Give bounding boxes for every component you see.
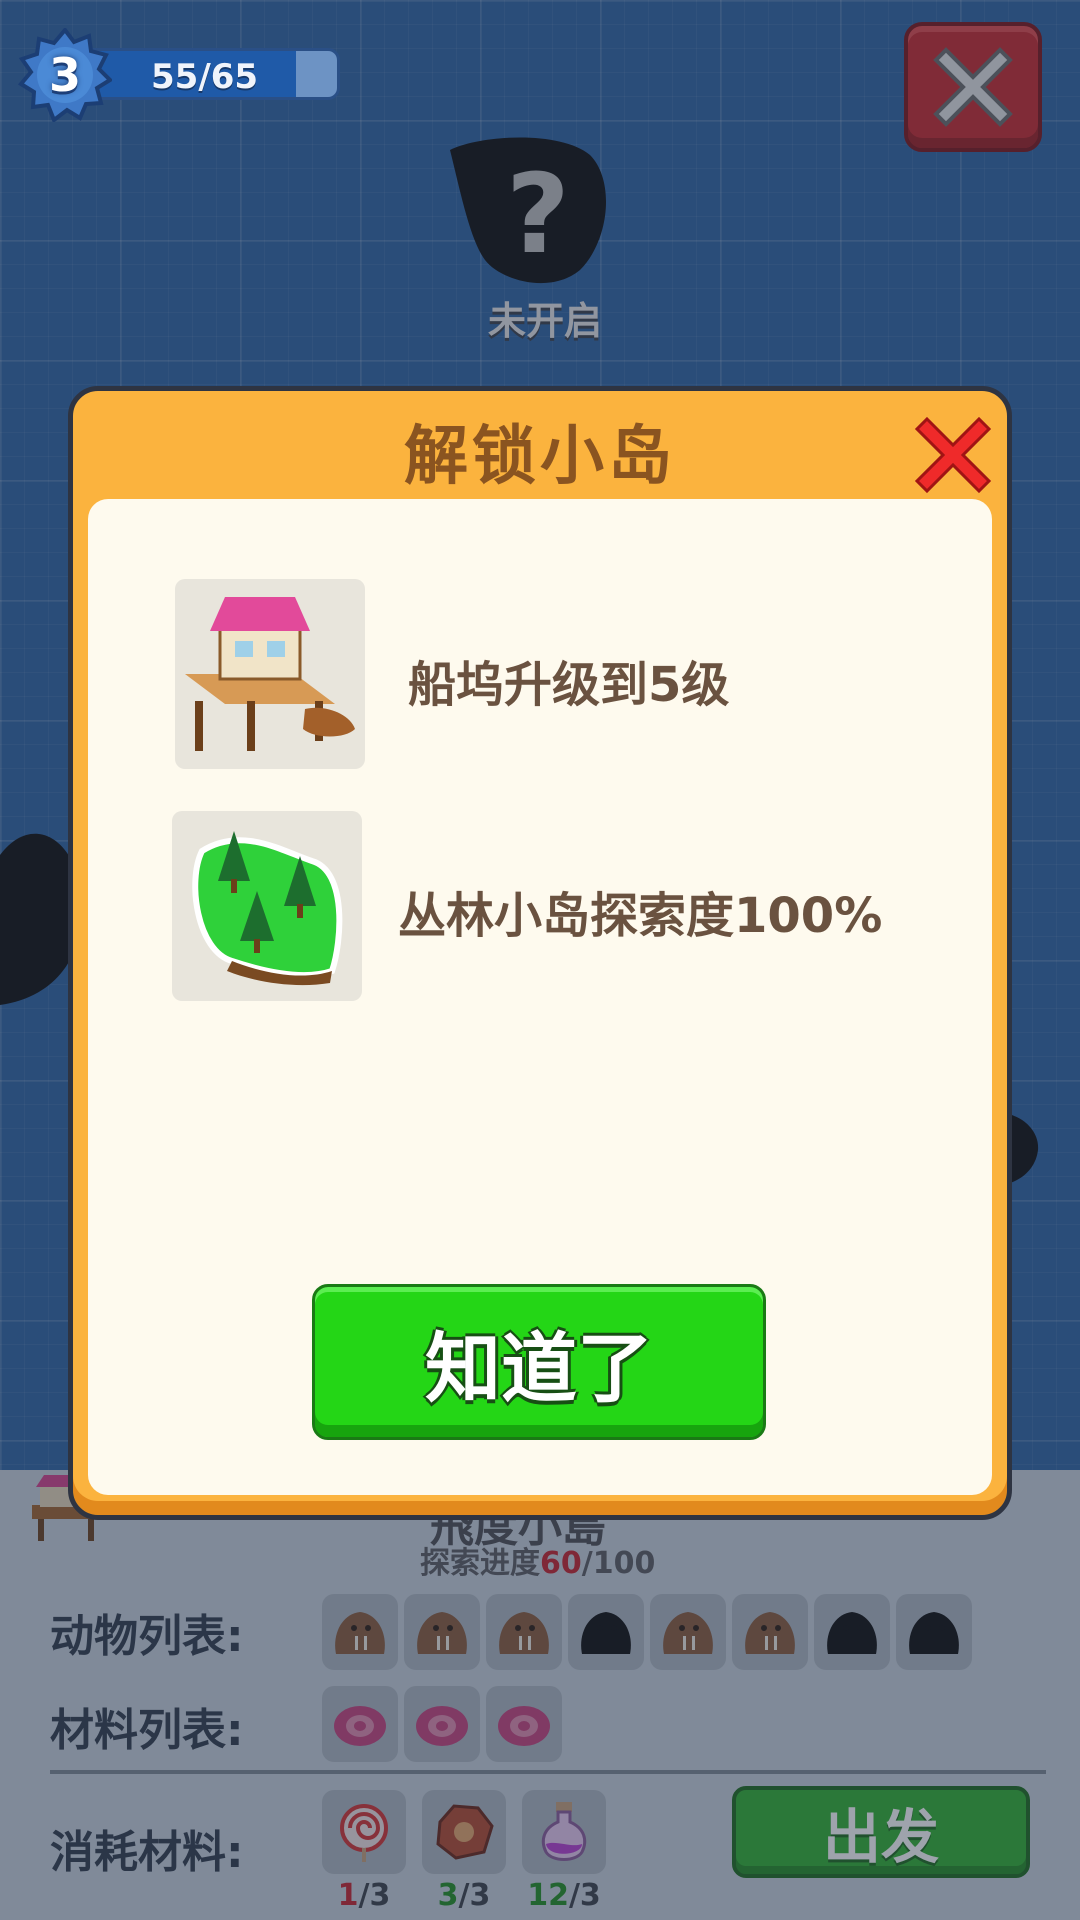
dock-icon [185, 597, 355, 751]
requirement-island-image [172, 811, 362, 1001]
requirement-dock-text: 船坞升级到5级 [408, 657, 730, 713]
dialog-title: 解锁小岛 [404, 420, 676, 494]
level-badge: 3 [18, 28, 112, 122]
requirement-dock-image [175, 579, 365, 769]
requirement-island-text: 丛林小岛探索度100% [398, 888, 883, 944]
jungle-island-icon [192, 831, 343, 986]
got-it-button[interactable]: 知道了 [312, 1284, 766, 1440]
xp-text: 55/65 [151, 57, 259, 97]
level-number: 3 [48, 48, 81, 102]
close-icon [914, 416, 992, 494]
dialog-close-button[interactable] [913, 415, 993, 495]
